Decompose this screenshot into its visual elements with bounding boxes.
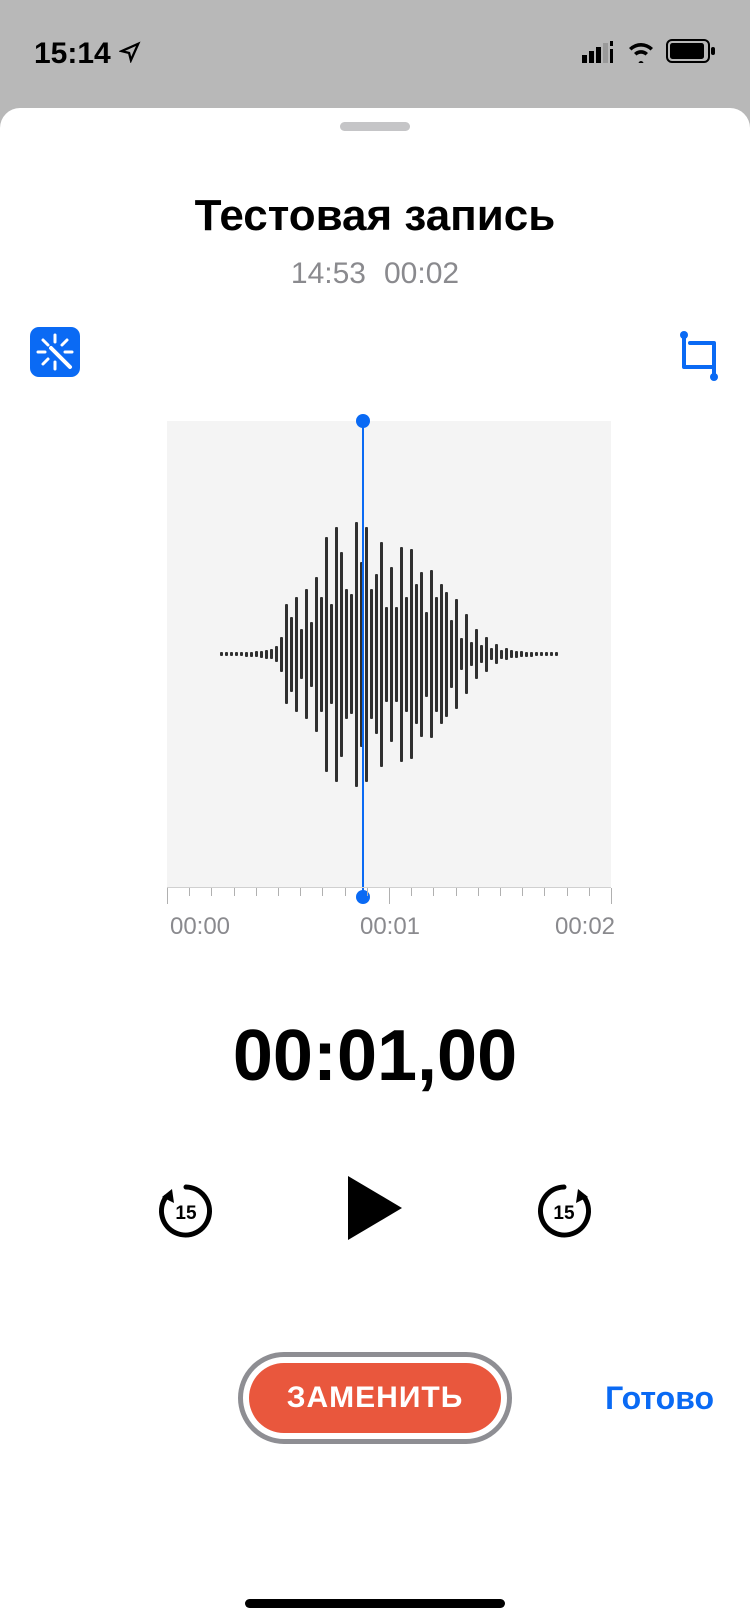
waveform-container[interactable] <box>0 421 750 907</box>
editor-sheet: Тестовая запись 14:53 00:02 <box>0 108 750 1624</box>
recording-time: 14:53 <box>291 257 366 290</box>
trim-button[interactable] <box>678 331 720 373</box>
play-icon <box>344 1172 406 1244</box>
skip-back-15-icon: 15 <box>158 1177 214 1239</box>
skip-forward-button[interactable]: 15 <box>534 1178 594 1238</box>
battery-icon <box>666 37 716 71</box>
crop-icon <box>678 331 720 381</box>
status-time: 15:14 <box>34 37 111 71</box>
replace-button-label: ЗАМЕНИТЬ <box>249 1363 502 1433</box>
home-indicator[interactable] <box>245 1599 505 1608</box>
sheet-grabber[interactable] <box>340 122 410 131</box>
time-labels: 00:00 00:01 00:02 <box>0 913 750 943</box>
time-label-1: 00:01 <box>360 913 420 941</box>
replace-button[interactable]: ЗАМЕНИТЬ <box>238 1352 513 1444</box>
recording-title[interactable]: Тестовая запись <box>0 191 750 241</box>
done-button[interactable]: Готово <box>605 1380 714 1417</box>
status-bar: 15:14 <box>0 0 750 108</box>
recording-duration: 00:02 <box>384 257 459 290</box>
skip-forward-15-icon: 15 <box>536 1177 592 1239</box>
recording-meta: 14:53 00:02 <box>0 257 750 291</box>
play-button[interactable] <box>336 1169 414 1247</box>
skip-back-button[interactable]: 15 <box>156 1178 216 1238</box>
magic-wand-icon <box>34 331 76 373</box>
time-label-2: 00:02 <box>555 913 615 941</box>
ruler <box>167 887 611 907</box>
cellular-icon <box>582 37 616 71</box>
svg-text:15: 15 <box>175 1203 197 1224</box>
time-label-0: 00:00 <box>170 913 230 941</box>
playhead[interactable] <box>362 421 364 897</box>
svg-text:15: 15 <box>553 1203 575 1224</box>
playback-position: 00:01,00 <box>0 1015 750 1097</box>
wifi-icon <box>626 37 656 71</box>
location-icon <box>119 37 141 71</box>
enhance-button[interactable] <box>30 327 80 377</box>
waveform <box>167 421 611 887</box>
